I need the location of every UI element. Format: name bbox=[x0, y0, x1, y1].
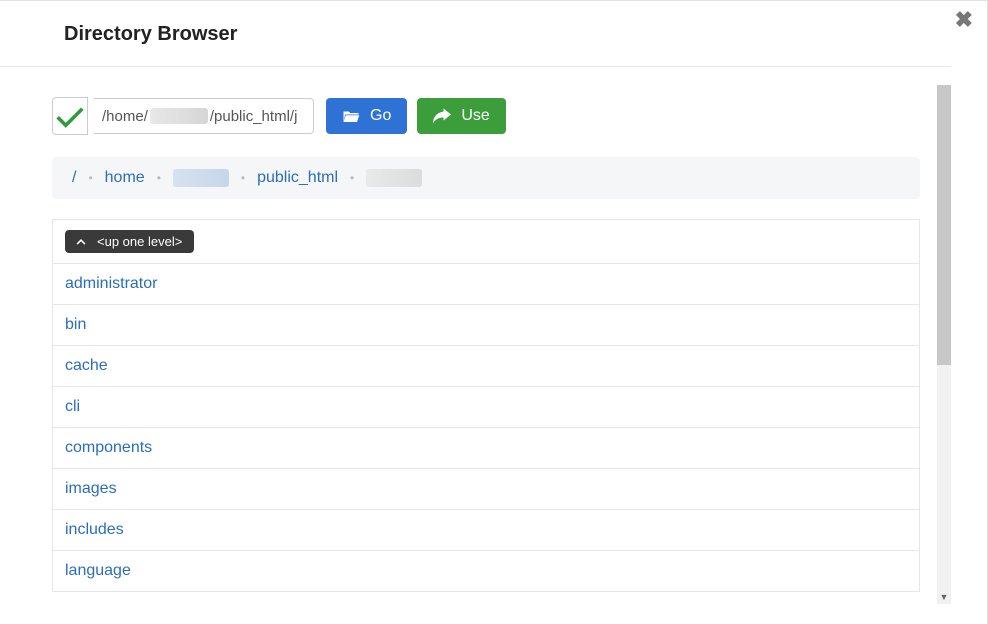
breadcrumb-separator: • bbox=[350, 171, 354, 185]
directory-list: <up one level> administrator bin cache cli c… bbox=[52, 219, 920, 592]
chevron-up-icon bbox=[75, 236, 87, 248]
list-row: language bbox=[53, 551, 919, 592]
list-row: components bbox=[53, 428, 919, 469]
path-redacted-user bbox=[150, 108, 208, 124]
directory-link[interactable]: administrator bbox=[65, 275, 157, 292]
breadcrumb: / • home • • public_html • bbox=[52, 157, 920, 199]
use-button-label: Use bbox=[461, 107, 489, 125]
path-valid-check-icon bbox=[52, 97, 88, 135]
directory-link[interactable]: bin bbox=[65, 316, 86, 333]
scrollbar-thumb[interactable] bbox=[937, 85, 951, 365]
directory-link[interactable]: images bbox=[65, 480, 117, 497]
folder-open-icon bbox=[342, 108, 360, 124]
divider bbox=[0, 66, 951, 67]
breadcrumb-separator: • bbox=[157, 171, 161, 185]
share-arrow-icon bbox=[433, 108, 451, 124]
breadcrumb-separator: • bbox=[241, 171, 245, 185]
breadcrumb-redacted-user[interactable] bbox=[173, 169, 229, 187]
modal-header: Directory Browser bbox=[0, 1, 987, 56]
directory-browser-modal: ✖ Directory Browser /home/ /public_html/… bbox=[0, 0, 988, 624]
use-button[interactable]: Use bbox=[417, 98, 505, 134]
list-row: cache bbox=[53, 346, 919, 387]
breadcrumb-root[interactable]: / bbox=[72, 169, 76, 187]
breadcrumb-redacted-current bbox=[366, 169, 422, 187]
go-button[interactable]: Go bbox=[326, 98, 407, 134]
path-text-suffix: /public_html/j bbox=[210, 108, 298, 125]
go-button-label: Go bbox=[370, 107, 391, 125]
close-icon[interactable]: ✖ bbox=[955, 9, 973, 31]
directory-link[interactable]: components bbox=[65, 439, 152, 456]
directory-link[interactable]: includes bbox=[65, 521, 124, 538]
breadcrumb-public-html[interactable]: public_html bbox=[257, 169, 338, 187]
list-row: administrator bbox=[53, 264, 919, 305]
list-row: cli bbox=[53, 387, 919, 428]
path-input[interactable]: /home/ /public_html/j bbox=[94, 98, 314, 134]
path-toolbar: /home/ /public_html/j Go Use bbox=[52, 97, 951, 135]
directory-link[interactable]: language bbox=[65, 562, 131, 579]
directory-link[interactable]: cache bbox=[65, 357, 108, 374]
modal-title: Directory Browser bbox=[64, 23, 963, 46]
list-row: includes bbox=[53, 510, 919, 551]
scrollbar-track[interactable]: ▲ ▼ bbox=[937, 85, 951, 604]
up-one-level-button[interactable]: <up one level> bbox=[65, 230, 194, 253]
breadcrumb-home[interactable]: home bbox=[105, 169, 145, 187]
list-row: images bbox=[53, 469, 919, 510]
scroll-down-arrow-icon[interactable]: ▼ bbox=[937, 590, 951, 604]
list-row: bin bbox=[53, 305, 919, 346]
directory-link[interactable]: cli bbox=[65, 398, 80, 415]
modal-body: /home/ /public_html/j Go Use / • home • … bbox=[0, 85, 951, 604]
path-text-prefix: /home/ bbox=[102, 108, 148, 125]
up-one-level-label: <up one level> bbox=[97, 234, 182, 249]
list-row-up: <up one level> bbox=[53, 220, 919, 264]
breadcrumb-separator: • bbox=[88, 171, 92, 185]
